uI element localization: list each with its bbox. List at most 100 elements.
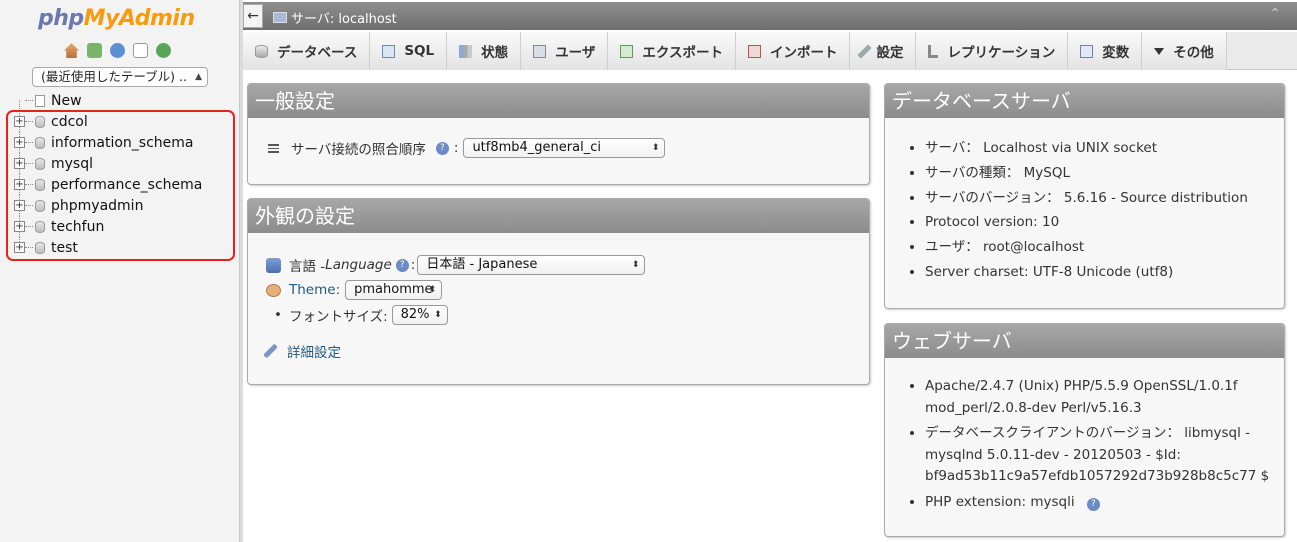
web-server-panel: ウェブサーバ Apache/2.4.7 (Unix) PHP/5.5.9 Ope… — [884, 323, 1285, 537]
recent-tables-value: (最近使用したテーブル) .. — [41, 69, 187, 84]
tab-databases[interactable]: データベース — [243, 32, 371, 70]
tab-label: 設定 — [876, 45, 904, 61]
language-label-en: Language — [325, 257, 392, 273]
collation-select[interactable]: utf8mb4_general_ci ⬍ — [463, 138, 666, 158]
client-version-id: bf9ad53b11c9a57efdb1057292d73b928b8c5c77… — [925, 468, 1270, 484]
theme-select[interactable]: pmahomme ⬍ — [345, 280, 443, 300]
breadcrumb-server[interactable]: サーバ: localhost — [291, 8, 397, 27]
expand-icon[interactable]: + — [14, 158, 25, 169]
import-icon — [747, 44, 761, 58]
apache-version: Apache/2.4.7 (Unix) PHP/5.5.9 OpenSSL/1.… — [925, 378, 1238, 394]
list-item: ユーザ： root@localhost — [925, 235, 1248, 260]
tree-line — [25, 100, 33, 101]
tab-label: エクスポート — [642, 45, 723, 61]
list-icon — [268, 143, 279, 153]
expand-icon[interactable]: + — [14, 116, 25, 127]
recent-tables-select[interactable]: (最近使用したテーブル) .. ▲ — [32, 67, 208, 87]
tab-status[interactable]: 状態 — [447, 32, 522, 70]
list-item: PHP extension: mysqli ? — [925, 492, 1278, 514]
docs-icon[interactable] — [133, 43, 148, 58]
more-settings-link[interactable]: 詳細設定 — [287, 341, 341, 361]
export-icon — [620, 44, 634, 58]
tab-label: レプリケーション — [947, 45, 1056, 61]
appearance-settings-panel: 外観の設定 言語 - Language ? : 日本語 - Japanese ⬍… — [247, 198, 870, 385]
more-icon — [1154, 47, 1165, 55]
tab-label: その他 — [1173, 45, 1214, 61]
user-icon — [533, 44, 547, 58]
language-colon: : — [410, 257, 416, 273]
logout-icon[interactable] — [87, 43, 102, 58]
theme-value: pmahomme — [354, 282, 433, 297]
theme-link[interactable]: Theme: — [289, 282, 340, 298]
tab-users[interactable]: ユーザ — [521, 32, 609, 70]
help-icon[interactable]: ? — [435, 141, 449, 155]
web-server-info-list: Apache/2.4.7 (Unix) PHP/5.5.9 OpenSSL/1.… — [903, 376, 1278, 513]
fontsize-value: 82% — [400, 307, 430, 322]
panel-title: データベースサーバ — [885, 84, 1284, 118]
fontsize-select[interactable]: 82% ⬍ — [391, 305, 448, 325]
expand-icon[interactable]: + — [14, 137, 25, 148]
tab-label: SQL — [404, 43, 435, 59]
panel-title: 一般設定 — [248, 84, 869, 118]
language-row: 言語 - Language ? : 日本語 - Japanese ⬍ — [266, 255, 646, 275]
panel-title: 外観の設定 — [248, 199, 869, 233]
home-icon[interactable] — [64, 43, 79, 58]
help-icon[interactable] — [110, 43, 125, 58]
nav-icon-bar — [64, 43, 171, 58]
collation-row: サーバ接続の照合順序 ? : utf8mb4_general_ci ⬍ — [268, 138, 666, 158]
collation-value: utf8mb4_general_ci — [472, 140, 601, 155]
select-arrows-icon: ⬍ — [631, 260, 640, 270]
tab-label: 変数 — [1102, 45, 1130, 61]
select-arrows-icon: ⬍ — [434, 310, 442, 320]
tab-more[interactable]: その他 — [1142, 32, 1227, 70]
list-item: サーバ： Localhost via UNIX socket — [925, 136, 1248, 161]
list-item: サーバのバージョン： 5.6.16 - Source distribution — [925, 186, 1248, 211]
breadcrumb[interactable]: サーバ: localhost — [273, 8, 397, 27]
general-settings-panel: 一般設定 サーバ接続の照合順序 ? : utf8mb4_general_ci ⬍ — [247, 83, 870, 185]
bullet: • — [274, 307, 282, 323]
tab-replication[interactable]: レプリケーション — [916, 32, 1069, 70]
help-icon[interactable]: ? — [1086, 497, 1100, 511]
collapse-top-icon[interactable]: ⌃ — [1269, 6, 1281, 22]
sql-icon — [382, 44, 396, 58]
list-item: データベースクライアントのバージョン： libmysql - mysqlnd 5… — [925, 423, 1278, 488]
settings-icon — [857, 43, 873, 59]
list-item: Server charset: UTF-8 Unicode (utf8) — [925, 260, 1248, 285]
expand-icon[interactable]: + — [14, 221, 25, 232]
expand-icon[interactable]: + — [14, 179, 25, 190]
nav-resizer[interactable] — [240, 0, 243, 542]
tab-export[interactable]: エクスポート — [608, 32, 736, 70]
panel-title: ウェブサーバ — [885, 324, 1284, 358]
tree-item-label: New — [51, 92, 82, 109]
collapse-nav-button[interactable]: ← — [243, 4, 263, 28]
help-icon[interactable]: ? — [395, 258, 409, 272]
logo-myadmin-text: MyAdmin — [83, 6, 195, 31]
reload-icon[interactable] — [156, 43, 171, 58]
expand-icon[interactable]: + — [14, 242, 25, 253]
new-database-icon — [35, 94, 45, 107]
expand-icon[interactable]: + — [14, 200, 25, 211]
more-settings-row: 詳細設定 — [263, 341, 341, 361]
tab-label: データベース — [277, 45, 358, 61]
select-arrows-icon: ⬍ — [651, 143, 660, 153]
collation-colon: : — [453, 140, 459, 156]
tab-label: ユーザ — [555, 45, 596, 61]
phpmyadmin-logo[interactable]: phpMyAdmin — [38, 6, 195, 31]
client-version-label: データベースクライアントのバージョン： libmysql - — [925, 425, 1251, 441]
variables-icon — [1080, 44, 1094, 58]
navigation-panel: phpMyAdmin (最近使用したテーブル) .. ▲ New + cdcol… — [0, 0, 240, 542]
language-value: 日本語 - Japanese — [426, 257, 538, 272]
language-label: 言語 - — [289, 259, 326, 275]
tab-settings[interactable]: 設定 — [850, 32, 917, 70]
php-extension: PHP extension: mysqli — [925, 493, 1075, 510]
tab-variables[interactable]: 変数 — [1068, 32, 1143, 70]
apache-modules: mod_perl/2.0.8-dev Perl/v5.16.3 — [925, 399, 1142, 416]
select-arrows-icon: ▲ — [195, 72, 202, 82]
language-icon — [266, 257, 281, 273]
tab-import[interactable]: インポート — [735, 32, 851, 70]
tree-item-new[interactable]: New — [14, 90, 234, 111]
tab-sql[interactable]: SQL — [370, 32, 448, 70]
database-server-panel: データベースサーバ サーバ： Localhost via UNIX socket… — [884, 83, 1285, 309]
language-select[interactable]: 日本語 - Japanese ⬍ — [417, 255, 646, 275]
server-icon — [273, 12, 287, 23]
